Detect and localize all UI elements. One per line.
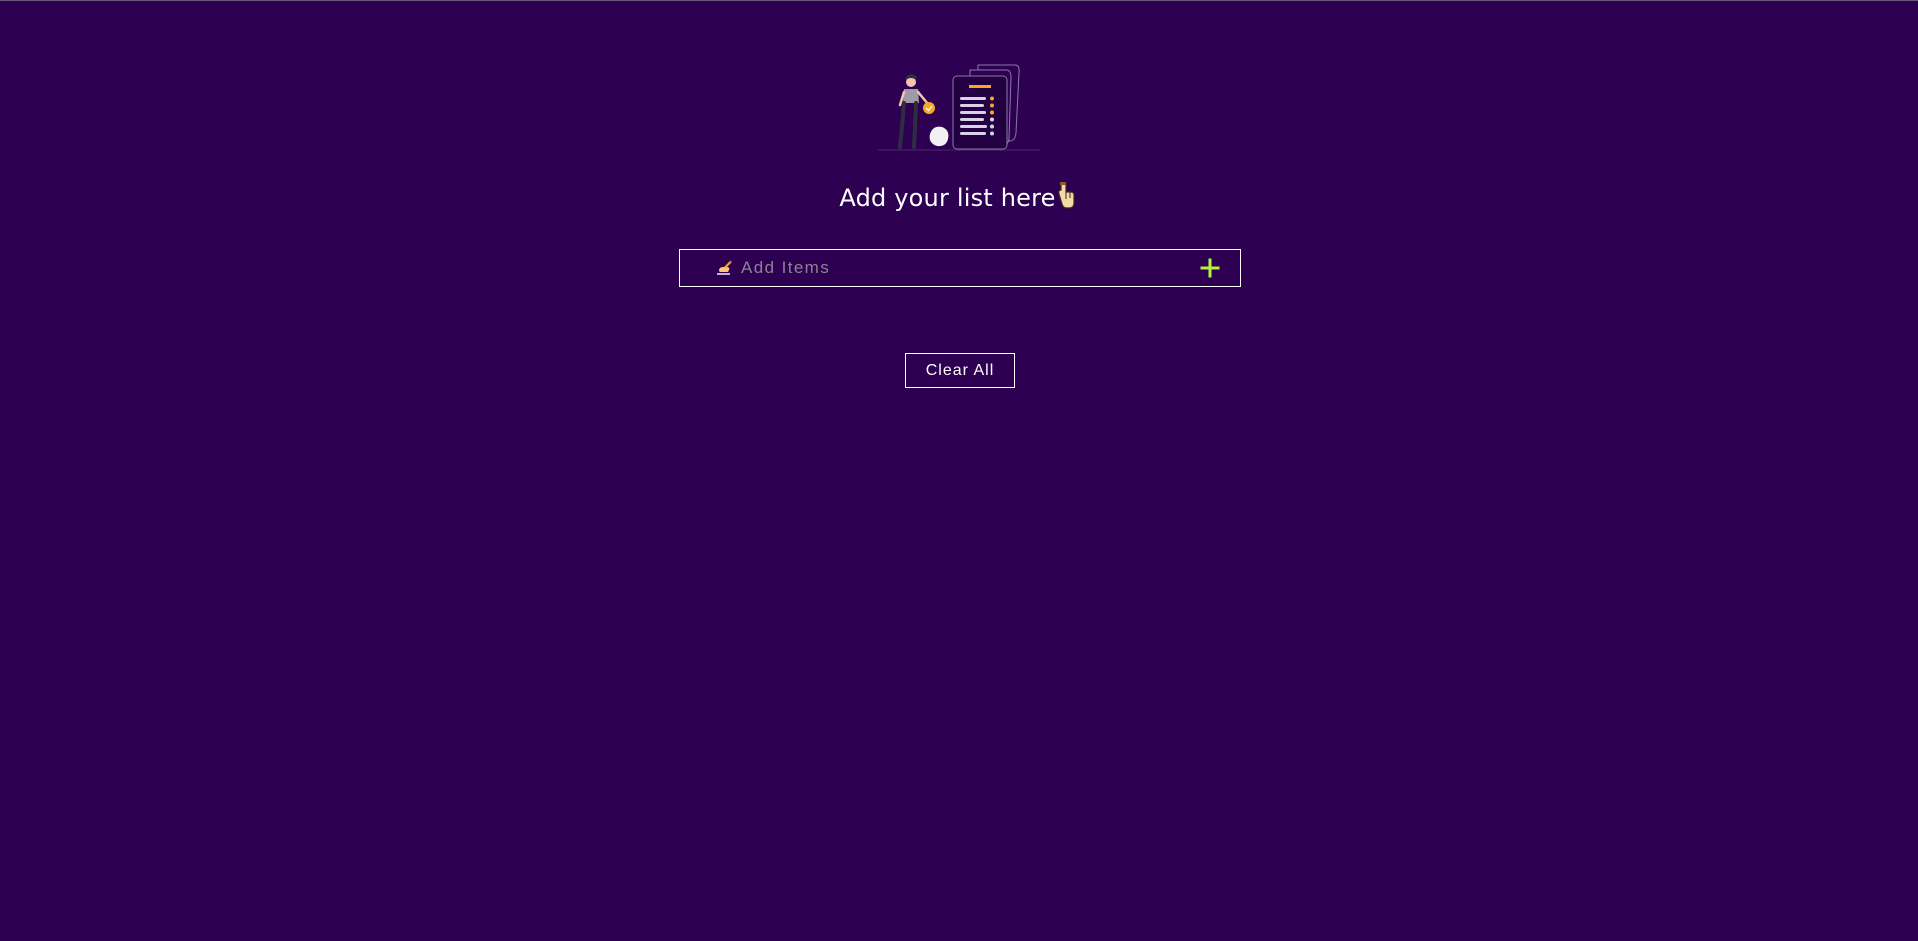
clear-all-button[interactable]: Clear All — [905, 353, 1015, 388]
add-item-form — [679, 249, 1241, 287]
plus-icon — [1200, 258, 1220, 278]
add-item-input[interactable] — [741, 255, 1161, 281]
pointing-hand-icon — [1057, 182, 1075, 209]
add-item-button[interactable] — [1197, 255, 1223, 281]
page-title: Add your list here — [0, 179, 1918, 217]
todo-app-page: Add your list here Clear All — [0, 0, 1918, 941]
page-title-text: Add your list here — [839, 184, 1056, 212]
todo-list-illustration — [878, 64, 1040, 151]
writing-hand-icon — [717, 260, 733, 275]
